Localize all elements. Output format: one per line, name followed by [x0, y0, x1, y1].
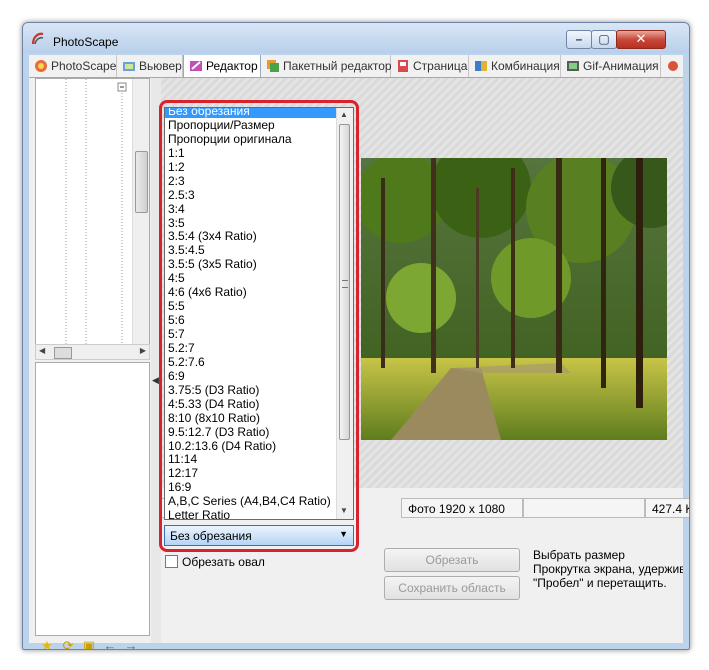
tab-editor[interactable]: Редактор	[183, 55, 261, 77]
tab-combine[interactable]: Комбинация	[469, 55, 561, 77]
favorite-star-icon[interactable]: ★	[39, 638, 55, 649]
page-tab-icon	[398, 60, 408, 72]
crop-oval-label: Обрезать овал	[182, 555, 265, 569]
tab-label: Комбинация	[491, 59, 560, 73]
folder-tree[interactable]	[35, 78, 150, 345]
help-line: "Пробел" и перетащить.	[533, 576, 667, 590]
combine-tab-icon	[475, 61, 487, 71]
help-line: Прокрутка экрана, удерживая	[533, 562, 683, 576]
tab-label: Gif-Анимация	[583, 59, 659, 73]
thumbnail-list[interactable]	[35, 362, 150, 636]
gif-animation-tab-icon	[567, 61, 579, 71]
tree-lines	[65, 79, 127, 344]
minimize-button[interactable]: –	[566, 30, 592, 49]
help-text: Выбрать размер Прокрутка экрана, удержив…	[533, 548, 683, 590]
tree-vertical-scrollbar[interactable]	[132, 79, 149, 344]
photoscape-logo-icon	[31, 32, 44, 45]
back-arrow-icon[interactable]: ←	[102, 638, 118, 649]
photoscape-tab-icon	[35, 60, 47, 72]
close-button[interactable]: ✕	[616, 30, 666, 49]
tree-hscroll-thumb[interactable]	[54, 347, 72, 359]
window-title: PhotoScape	[53, 35, 119, 49]
more-tabs-icon	[668, 61, 678, 71]
tree-scroll-thumb[interactable]	[135, 151, 148, 213]
crop-button[interactable]: Обрезать	[384, 548, 520, 572]
tab-batch-editor[interactable]: Пакетный редактор	[261, 55, 392, 77]
main-tabs: PhotoScape Вьювер Редактор Пакетный реда…	[29, 55, 683, 78]
tab-label: Редактор	[206, 59, 258, 73]
tab-photoscape[interactable]: PhotoScape	[29, 55, 117, 77]
tab-label: Вьювер	[139, 59, 182, 73]
maximize-button[interactable]: ▢	[591, 30, 617, 49]
tab-label: Пакетный редактор	[283, 59, 392, 73]
folder-icon[interactable]: ▣	[81, 638, 97, 649]
tree-horizontal-scrollbar[interactable]: ◀ ▶	[35, 344, 150, 360]
crop-oval-option[interactable]: Обрезать овал	[165, 555, 265, 569]
tab-viewer[interactable]: Вьювер	[117, 55, 183, 77]
highlight-annotation	[159, 100, 359, 552]
crop-oval-checkbox[interactable]	[165, 555, 178, 568]
maximize-icon: ▢	[598, 32, 610, 46]
title-bar[interactable]: PhotoScape – ▢ ✕	[23, 23, 689, 53]
viewer-tab-icon	[123, 62, 135, 71]
save-area-button[interactable]: Сохранить область	[384, 576, 520, 600]
tab-more[interactable]	[661, 55, 683, 77]
batch-editor-tab-icon	[267, 60, 279, 72]
tab-label: Страница	[413, 59, 468, 73]
scroll-right-icon[interactable]: ▶	[140, 346, 146, 355]
tab-label: PhotoScape	[51, 59, 117, 73]
forest-photo	[361, 158, 667, 440]
close-icon: ✕	[635, 31, 647, 46]
status-field-empty	[523, 498, 645, 518]
file-size: 427.4 KB	[645, 498, 689, 518]
collapse-arrow-icon[interactable]: ◀	[152, 375, 159, 386]
editor-tab-icon	[190, 61, 202, 71]
tab-gif-animation[interactable]: Gif-Анимация	[561, 55, 661, 77]
forward-arrow-icon[interactable]: →	[123, 638, 139, 649]
minimize-icon: –	[575, 32, 583, 46]
photo-dimensions: Фото 1920 x 1080	[401, 498, 523, 518]
refresh-icon[interactable]: ⟳	[60, 638, 76, 649]
scroll-left-icon[interactable]: ◀	[39, 346, 45, 355]
left-toolbar: ★ ⟳ ▣ ← →	[39, 638, 144, 649]
tab-page[interactable]: Страница	[391, 55, 469, 77]
help-line: Выбрать размер	[533, 548, 625, 562]
